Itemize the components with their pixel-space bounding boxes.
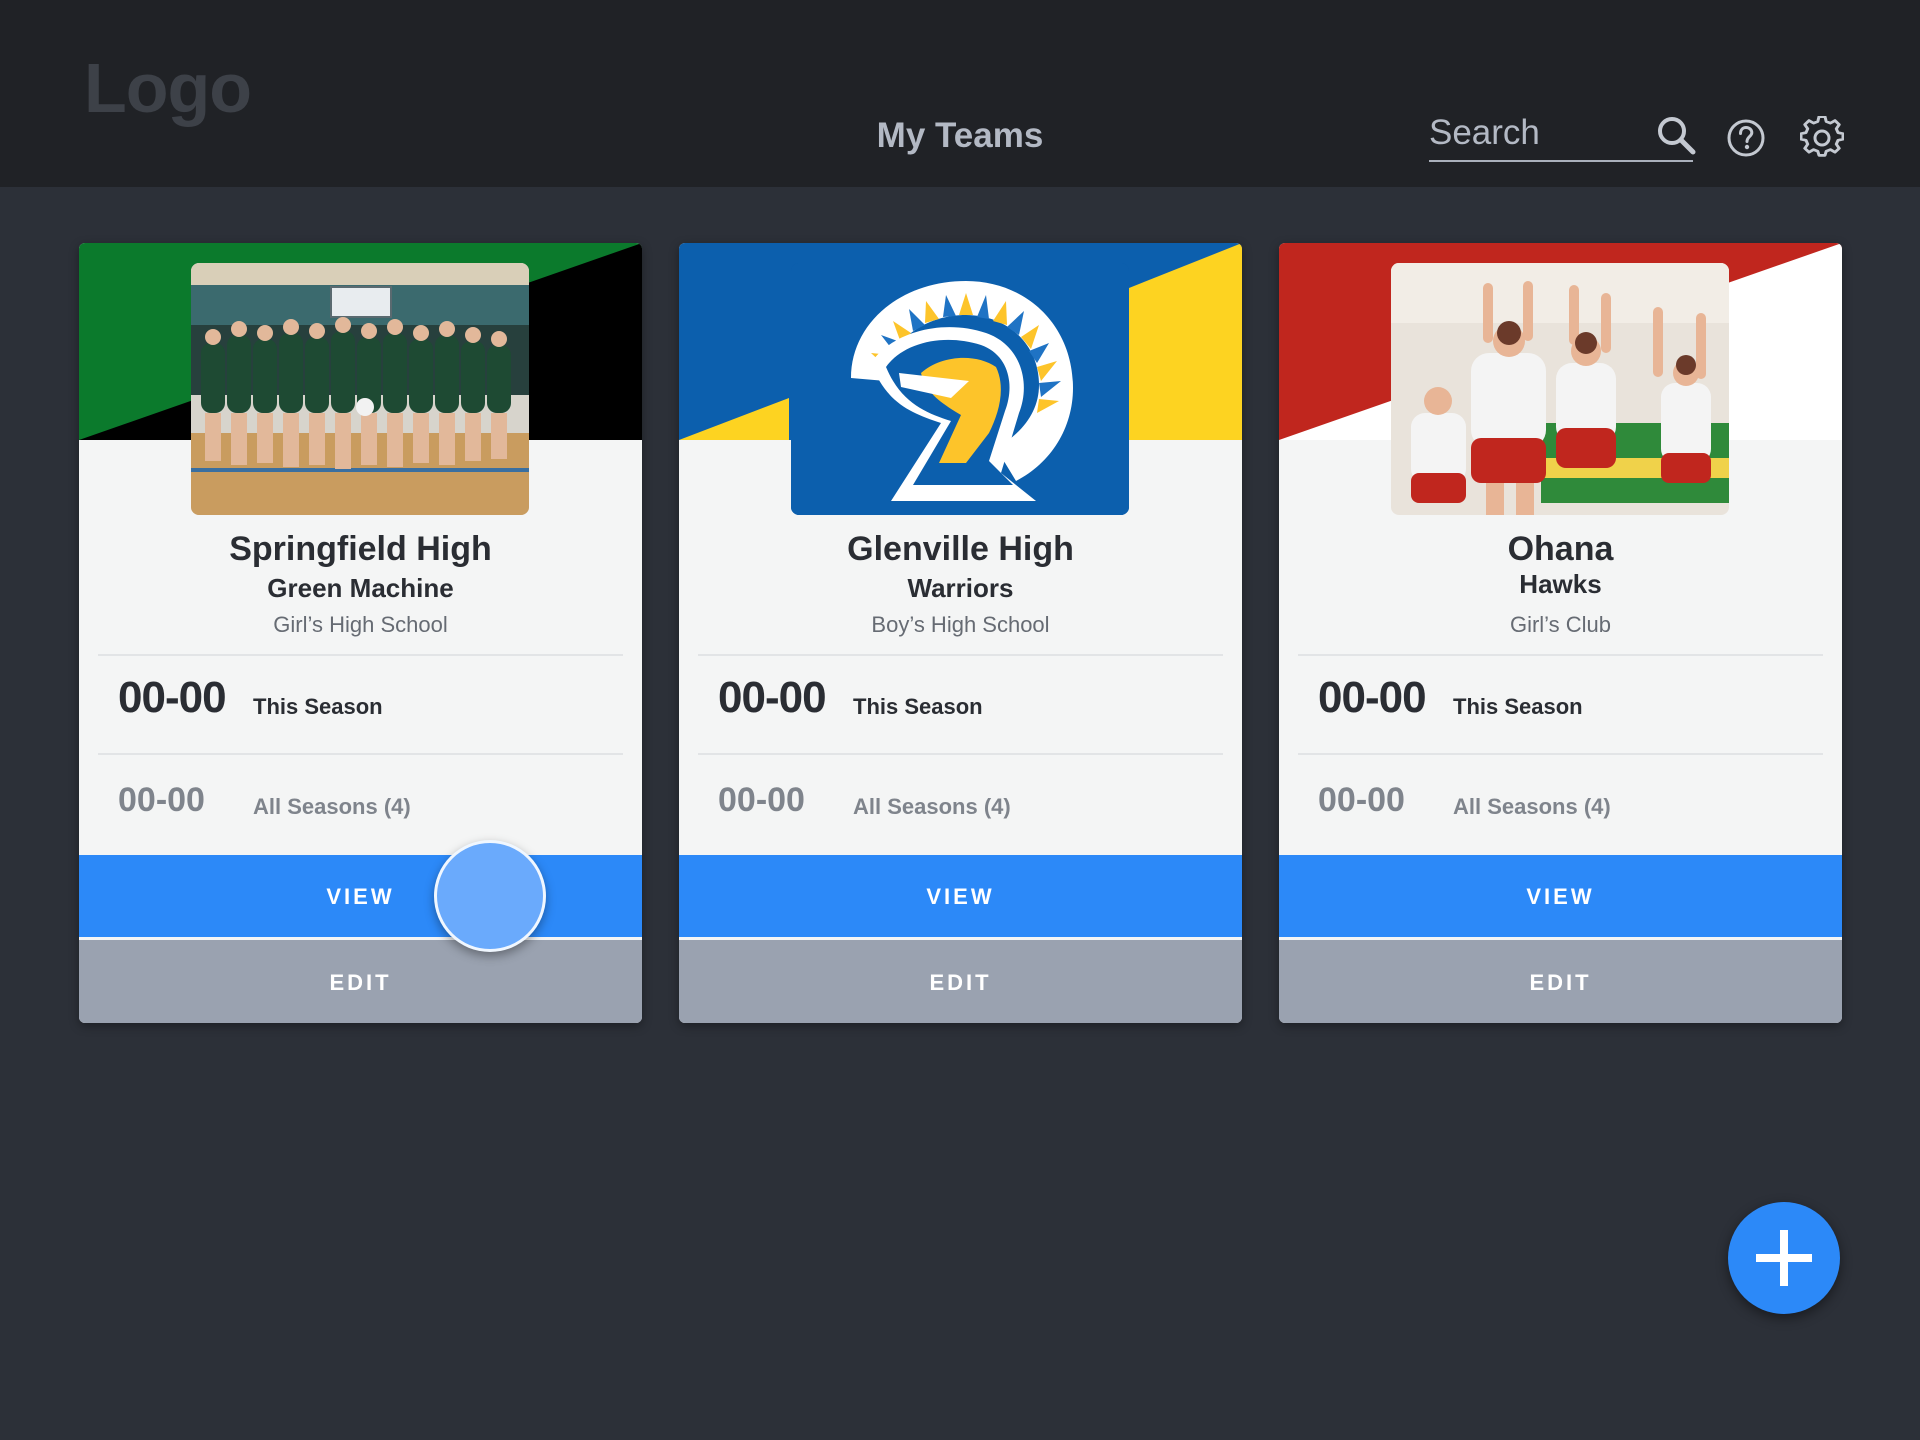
view-button[interactable]: VIEW [679, 855, 1242, 937]
search-icon[interactable] [1655, 114, 1697, 156]
team-name: Warriors [907, 573, 1014, 603]
edit-button[interactable]: EDIT [679, 940, 1242, 1023]
team-photo [191, 263, 529, 515]
touch-indicator [434, 840, 546, 952]
divider [1298, 654, 1823, 656]
all-seasons-record: 00-00 [718, 781, 805, 819]
divider [98, 654, 623, 656]
season-record: 00-00 [1318, 673, 1427, 722]
gear-icon[interactable] [1799, 115, 1845, 160]
team-name: Green Machine [267, 573, 454, 603]
search-bar [1429, 108, 1696, 162]
team-school: Ohana [1507, 530, 1614, 568]
view-button[interactable]: VIEW [79, 855, 642, 937]
team-name: Hawks [1519, 569, 1602, 599]
help-icon[interactable] [1726, 118, 1766, 158]
season-record: 00-00 [118, 673, 227, 722]
all-seasons-record: 00-00 [118, 781, 205, 819]
team-card: Ohana Hawks Girl’s Club 00-00 This Seaso… [1279, 243, 1842, 1023]
team-type: Girl’s Club [1509, 612, 1612, 637]
team-card: Glenville High Warriors Boy’s High Schoo… [679, 243, 1242, 1023]
team-school: Springfield High [229, 530, 492, 568]
team-type: Boy’s High School [871, 612, 1050, 637]
all-seasons-label: All Seasons (4) [853, 794, 1011, 819]
all-seasons-record: 00-00 [1318, 781, 1405, 819]
add-team-button[interactable] [1728, 1202, 1840, 1314]
edit-button[interactable]: EDIT [79, 940, 642, 1023]
app-header: Logo My Teams [0, 0, 1920, 187]
plus-icon [1756, 1230, 1812, 1286]
divider [698, 753, 1223, 755]
team-type: Girl’s High School [273, 612, 448, 637]
all-seasons-label: All Seasons (4) [1453, 794, 1611, 819]
team-school: Glenville High [847, 530, 1074, 568]
all-seasons-label: All Seasons (4) [253, 794, 411, 819]
team-photo [1391, 263, 1729, 515]
view-button[interactable]: VIEW [1279, 855, 1842, 937]
season-record: 00-00 [718, 673, 827, 722]
divider [98, 753, 623, 755]
divider [1298, 753, 1823, 755]
team-logo-spartan [791, 263, 1129, 515]
divider [698, 654, 1223, 656]
season-label: This Season [1453, 694, 1583, 719]
season-label: This Season [253, 694, 383, 719]
search-input[interactable] [1429, 108, 1644, 158]
team-card: Springfield High Green Machine Girl’s Hi… [79, 243, 642, 1023]
season-label: This Season [853, 694, 983, 719]
edit-button[interactable]: EDIT [1279, 940, 1842, 1023]
